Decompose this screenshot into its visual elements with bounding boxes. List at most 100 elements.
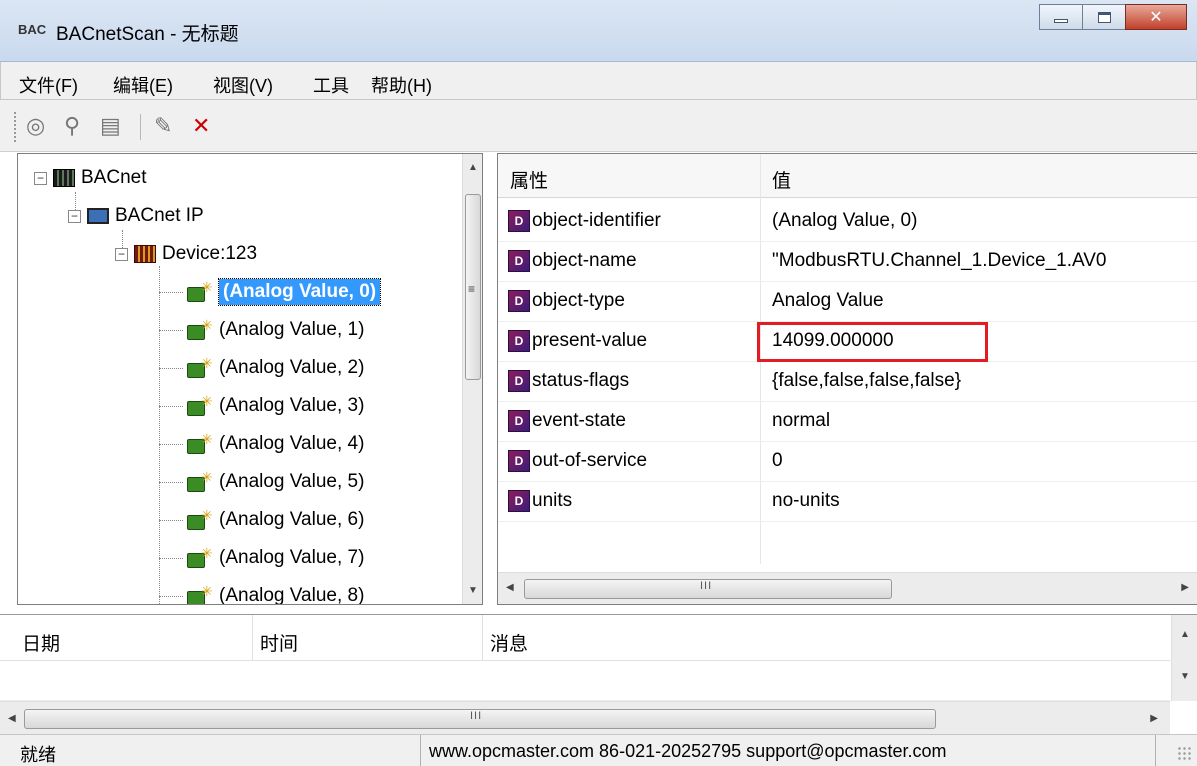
column-divider[interactable]: [482, 615, 483, 661]
bacnet-icon: [53, 169, 75, 187]
window-title: BACnetScan - 无标题: [56, 24, 239, 45]
tree-node-label: (Analog Value, 1): [219, 319, 365, 340]
tree-node-object[interactable]: (Analog Value, 2): [159, 352, 364, 384]
column-header-value[interactable]: 值: [772, 166, 791, 193]
collapse-icon[interactable]: −: [115, 247, 128, 261]
property-icon: D: [508, 410, 530, 432]
log-header: 日期 时间 消息: [0, 615, 1170, 661]
property-icon: D: [508, 290, 530, 312]
scroll-down-icon[interactable]: ▼: [1180, 671, 1190, 682]
find-icon[interactable]: ⚲: [64, 114, 80, 138]
toolbar: ◎ ⚲ ▤ ✎ ✕: [0, 100, 1197, 152]
network-icon: [87, 208, 109, 224]
property-name: object-type: [532, 290, 625, 311]
column-header-time[interactable]: 时间: [260, 629, 298, 656]
scroll-up-icon[interactable]: ▲: [468, 162, 478, 173]
tree-node-object[interactable]: (Analog Value, 6): [159, 504, 364, 536]
scroll-left-icon[interactable]: ◀: [8, 713, 16, 724]
tree-node-device[interactable]: − Device:123: [115, 238, 257, 270]
property-grid-header: 属性 值: [498, 154, 1197, 198]
app-icon: BAC: [18, 22, 47, 37]
status-bar: 就绪 www.opcmaster.com 86-021-20252795 sup…: [0, 734, 1197, 766]
property-icon: D: [508, 450, 530, 472]
property-icon: D: [508, 370, 530, 392]
property-grid[interactable]: 属性 值 D object-identifier (Analog Value, …: [497, 153, 1197, 605]
tree-node-object[interactable]: (Analog Value, 7): [159, 542, 364, 574]
tree-node-object[interactable]: (Analog Value, 4): [159, 428, 364, 460]
property-row[interactable]: D object-name "ModbusRTU.Channel_1.Devic…: [498, 242, 1197, 282]
resize-grip-icon[interactable]: [1177, 746, 1193, 762]
menu-view[interactable]: 视图(V): [213, 72, 273, 98]
property-horizontal-scrollbar[interactable]: ◀ III ▶: [498, 572, 1197, 604]
menu-help[interactable]: 帮助(H): [371, 72, 432, 98]
status-text: 就绪: [20, 745, 56, 765]
column-header-message[interactable]: 消息: [490, 629, 528, 656]
scroll-down-icon[interactable]: ▼: [468, 585, 478, 596]
column-header-date[interactable]: 日期: [22, 629, 60, 656]
property-value: no-units: [772, 490, 840, 511]
log-vertical-scrollbar[interactable]: ▲ ▼: [1171, 615, 1197, 701]
property-value: {false,false,false,false}: [772, 370, 962, 391]
scroll-left-icon[interactable]: ◀: [506, 582, 514, 593]
menu-tools[interactable]: 工具: [313, 72, 349, 98]
analog-value-icon: [187, 583, 213, 604]
scroll-grip-icon: III: [700, 580, 713, 592]
close-icon: ✕: [1149, 9, 1163, 26]
property-row[interactable]: D object-identifier (Analog Value, 0): [498, 202, 1197, 242]
property-row[interactable]: D out-of-service 0: [498, 442, 1197, 482]
window-controls: ✕: [1039, 4, 1187, 30]
menu-edit[interactable]: 编辑(E): [113, 72, 173, 98]
analog-value-icon: [187, 317, 213, 340]
toolbar-grip[interactable]: [14, 112, 17, 142]
column-header-property[interactable]: 属性: [510, 166, 548, 193]
log-row[interactable]: [0, 661, 1170, 701]
tree-vertical-scrollbar[interactable]: ▲ ≡ ▼: [462, 154, 482, 604]
property-icon: D: [508, 210, 530, 232]
log-list[interactable]: 日期 时间 消息 ▲ ▼ ◀ III ▶: [0, 614, 1197, 734]
scroll-up-icon[interactable]: ▲: [1180, 629, 1190, 640]
column-divider[interactable]: [252, 615, 253, 661]
analog-value-icon: [187, 469, 213, 492]
scroll-right-icon[interactable]: ▶: [1150, 713, 1158, 724]
write-icon[interactable]: ✎: [154, 114, 172, 138]
device-icon: [134, 245, 156, 263]
tree-node-bacnet-ip[interactable]: − BACnet IP: [68, 200, 204, 232]
tree-node-label: (Analog Value, 4): [219, 433, 365, 454]
minimize-button[interactable]: [1039, 4, 1083, 30]
analog-value-icon: [187, 279, 213, 302]
tree-node-label: (Analog Value, 3): [219, 395, 365, 416]
tree-node-label: (Analog Value, 5): [219, 471, 365, 492]
scroll-grip-icon: ≡: [468, 282, 476, 296]
tree-node-object[interactable]: (Analog Value, 5): [159, 466, 364, 498]
maximize-button[interactable]: [1082, 4, 1126, 30]
tree-node-label: BACnet IP: [115, 205, 204, 226]
menu-file[interactable]: 文件(F): [19, 72, 78, 98]
property-value: Analog Value: [772, 290, 884, 311]
object-tree[interactable]: − BACnet − BACnet IP − Device:123 (Analo…: [17, 153, 483, 605]
property-name: event-state: [532, 410, 626, 431]
collapse-icon[interactable]: −: [68, 209, 81, 223]
log-horizontal-scrollbar[interactable]: ◀ III ▶: [0, 701, 1170, 734]
tree-node-object[interactable]: (Analog Value, 3): [159, 390, 364, 422]
tree-node-object[interactable]: (Analog Value, 0): [159, 276, 382, 308]
property-name: object-name: [532, 250, 637, 271]
minimize-icon: [1054, 19, 1068, 23]
collapse-icon[interactable]: −: [34, 171, 47, 185]
tree-node-bacnet[interactable]: − BACnet: [34, 162, 146, 194]
property-row[interactable]: D event-state normal: [498, 402, 1197, 442]
properties-icon[interactable]: ▤: [100, 114, 121, 138]
scroll-right-icon[interactable]: ▶: [1181, 582, 1189, 593]
close-button[interactable]: ✕: [1125, 4, 1187, 30]
analog-value-icon: [187, 431, 213, 454]
tree-node-label: (Analog Value, 2): [219, 357, 365, 378]
property-icon: D: [508, 490, 530, 512]
property-row[interactable]: D status-flags {false,false,false,false}: [498, 362, 1197, 402]
delete-icon[interactable]: ✕: [192, 114, 210, 138]
tree-node-object[interactable]: (Analog Value, 1): [159, 314, 364, 346]
property-name: present-value: [532, 330, 648, 351]
property-row[interactable]: D units no-units: [498, 482, 1197, 522]
property-row[interactable]: D object-type Analog Value: [498, 282, 1197, 322]
tree-node-label: BACnet: [81, 167, 147, 188]
tree-node-object[interactable]: (Analog Value, 8): [159, 580, 364, 604]
discover-icon[interactable]: ◎: [26, 114, 45, 138]
